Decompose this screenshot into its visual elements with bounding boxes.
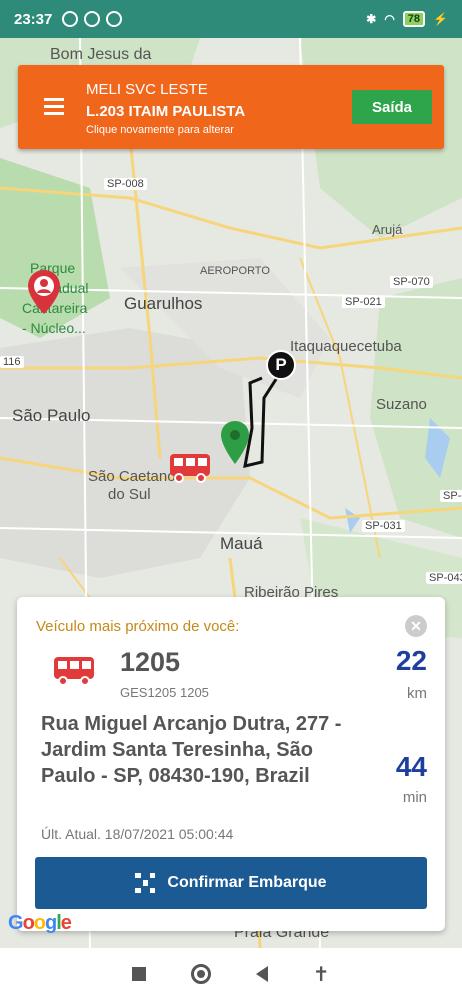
menu-icon[interactable] [44, 98, 64, 115]
status-time: 23:37 [14, 10, 53, 28]
bluetooth-icon: ✱ [366, 12, 377, 26]
map-label: Arujá [372, 222, 403, 237]
exit-button[interactable]: Saída [352, 90, 432, 124]
accessibility-icon[interactable]: ✝ [313, 962, 330, 987]
notification-icons [62, 11, 123, 27]
map-label: SP-021 [342, 296, 385, 308]
map-label: Bom Jesus da [50, 46, 152, 63]
notification-icon [62, 11, 79, 27]
map-label: São Caetano [88, 468, 176, 485]
map-label: 116 [0, 356, 24, 368]
map-label: Itaquaquecetuba [290, 338, 402, 355]
home-icon[interactable] [191, 964, 212, 984]
last-update: Últ. Atual. 18/07/2021 05:00:44 [41, 826, 234, 842]
notification-icon [84, 11, 101, 27]
map-label: Suzano [376, 396, 427, 413]
route-banner[interactable]: MELI SVC LESTE L.203 ITAIM PAULISTA Cliq… [18, 65, 444, 149]
system-icons: ✱ ◠ 78 ⚡ [366, 11, 448, 27]
map-label: SP-008 [104, 178, 147, 190]
charging-icon: ⚡ [433, 12, 448, 26]
map-label: SP-031 [362, 520, 405, 532]
qr-code-icon [135, 873, 156, 893]
time-value: 44 [395, 751, 427, 782]
card-heading: Veículo mais próximo de você: [36, 618, 240, 635]
map-label: SP-043 [426, 572, 462, 584]
route-line: L.203 ITAIM PAULISTA [86, 103, 246, 120]
map-label: - Núcleo... [22, 320, 86, 336]
bus-icon [54, 657, 94, 686]
vehicle-number: 1205 [120, 647, 181, 677]
map-label: SP-0 [440, 490, 462, 502]
notification-icon [106, 11, 123, 27]
confirm-label: Confirmar Embarque [167, 874, 327, 891]
distance-unit: km [407, 685, 427, 702]
recents-icon[interactable] [132, 967, 147, 981]
close-icon[interactable]: ✕ [405, 615, 427, 637]
location-pin-icon[interactable] [220, 420, 250, 466]
battery-icon: 78 [402, 11, 426, 27]
bus-icon[interactable] [168, 452, 212, 484]
wifi-icon: ◠ [384, 12, 395, 26]
nearest-vehicle-card: Veículo mais próximo de você: ✕ 1205 GES… [17, 597, 445, 931]
time-unit: min [402, 789, 427, 806]
parking-icon[interactable]: P [266, 350, 296, 380]
map-label: Mauá [220, 534, 263, 553]
system-nav-bar: ✝ [0, 948, 462, 1000]
map-label: SP-070 [390, 276, 433, 288]
change-hint: Clique novamente para alterar [86, 124, 234, 136]
map-label: AEROPORTO [200, 265, 270, 277]
back-icon[interactable] [255, 966, 268, 982]
person-pin-icon[interactable] [26, 268, 62, 316]
map-label: do Sul [108, 486, 151, 503]
vehicle-code: GES1205 1205 [120, 685, 209, 700]
google-logo: Google [8, 912, 72, 934]
distance-value: 22 [395, 645, 427, 676]
company-name: MELI SVC LESTE [86, 81, 208, 98]
map-label: Guarulhos [124, 294, 203, 313]
map-label: São Paulo [12, 406, 91, 425]
vehicle-address: Rua Miguel Arcanjo Dutra, 277 - Jardim S… [41, 713, 342, 787]
status-bar: 23:37 ✱ ◠ 78 ⚡ [0, 0, 462, 38]
confirm-boarding-button[interactable]: Confirmar Embarque [35, 857, 427, 909]
